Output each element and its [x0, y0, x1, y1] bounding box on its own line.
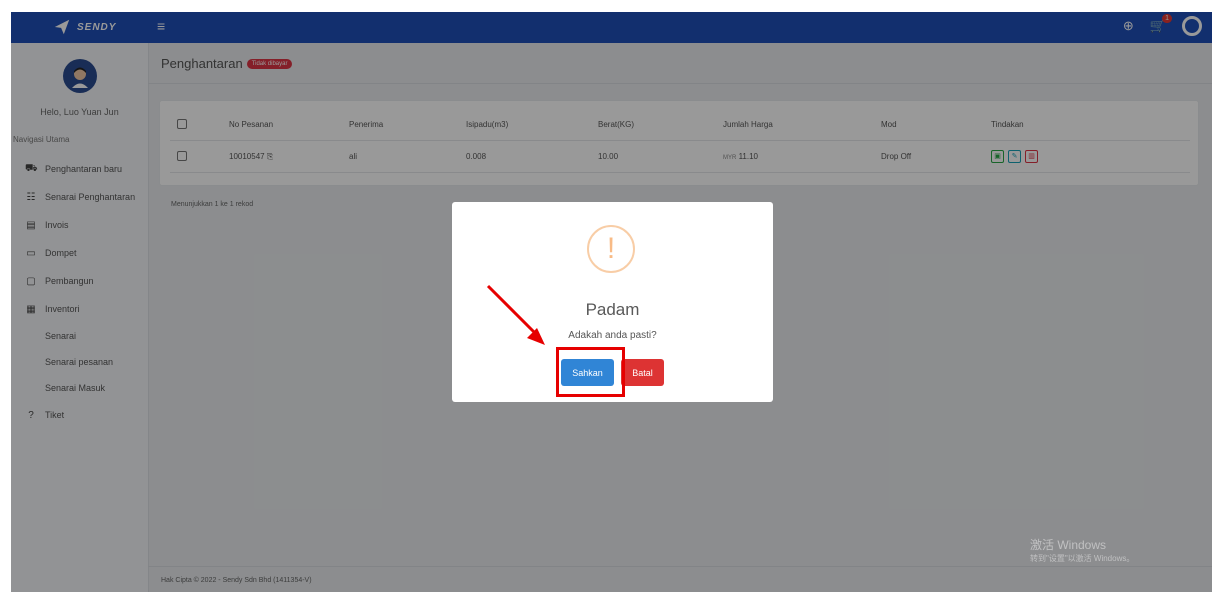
windows-watermark: 激活 Windows 转到"设置"以激活 Windows。 — [1030, 538, 1135, 563]
app-frame: SENDY ≡ ⊕ 🛒 1 Helo, Luo Yuan Jun Navigasi… — [11, 12, 1212, 592]
annotation-arrow-icon — [486, 284, 545, 345]
highlight-box — [556, 347, 625, 397]
cancel-button[interactable]: Batal — [621, 359, 664, 386]
warning-icon: ! — [587, 225, 635, 273]
